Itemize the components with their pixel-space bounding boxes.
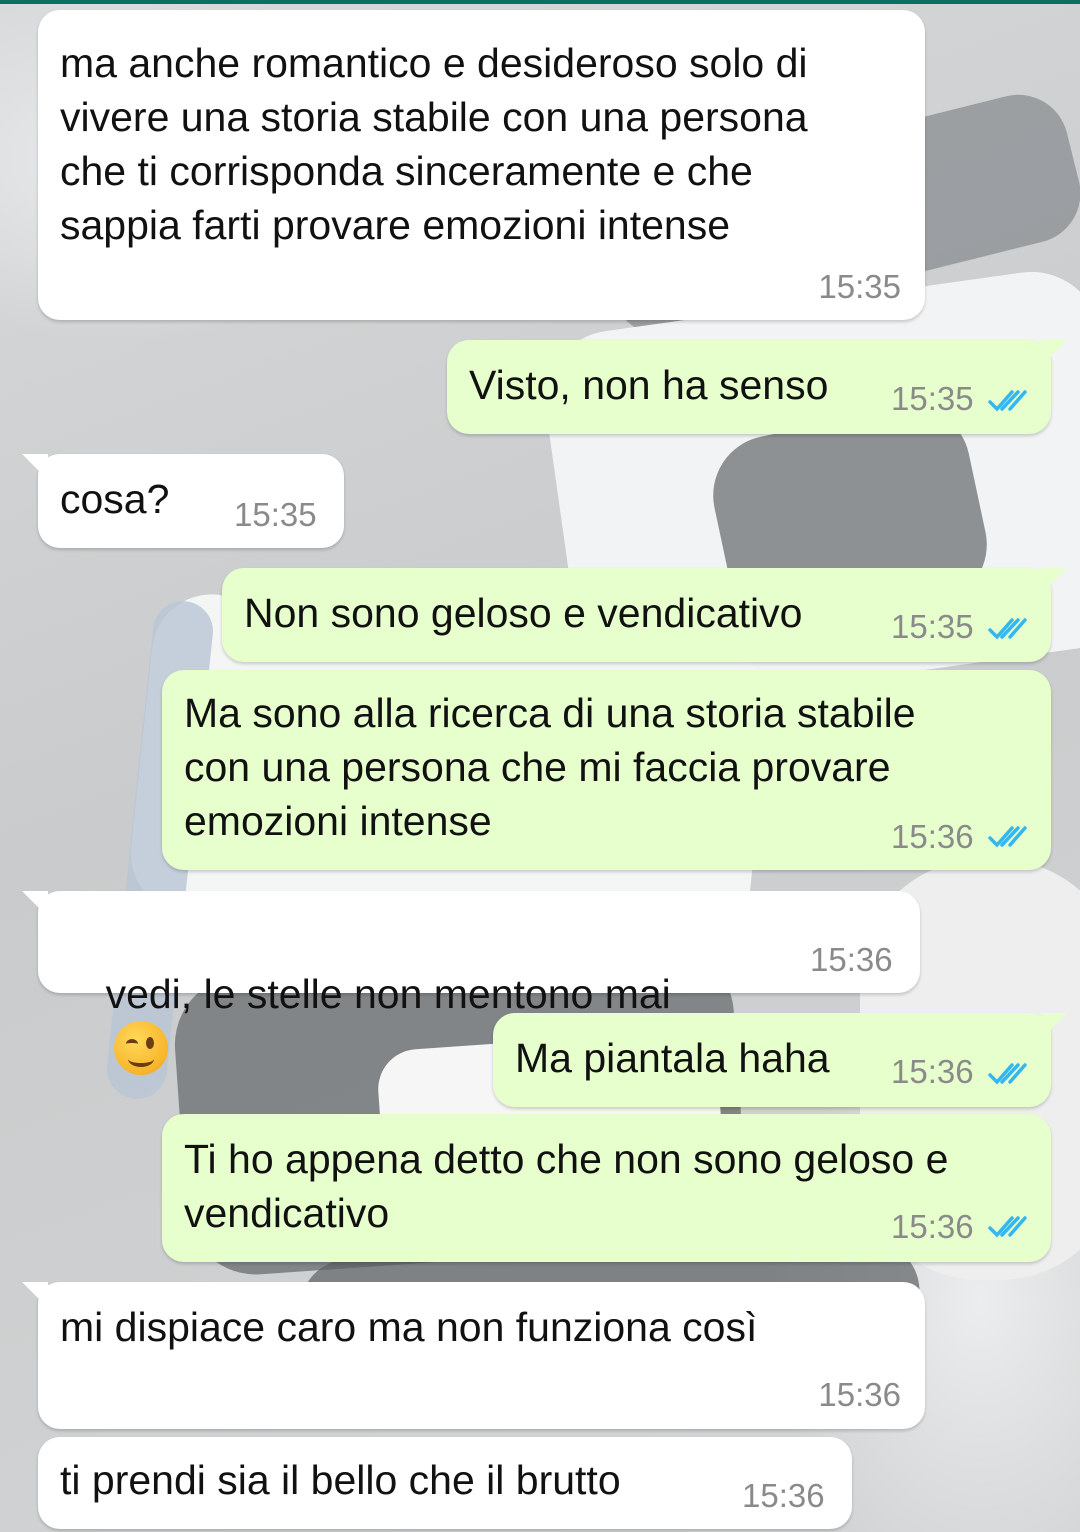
message-text: ti prendi sia il bello che il brutto: [60, 1457, 621, 1503]
message-bubble-outgoing[interactable]: Ma sono alla ricerca di una storia stabi…: [162, 670, 1051, 870]
message-text: vedi, le stelle non mentono mai: [105, 971, 671, 1017]
message-text: mi dispiace caro ma non funziona così: [60, 1304, 758, 1350]
double-check-icon: [988, 618, 1027, 640]
message-bubble-outgoing[interactable]: Ti ho appena detto che non sono geloso e…: [162, 1114, 1051, 1262]
message-bubble-incoming[interactable]: cosa? 15:35: [22, 454, 344, 548]
message-bubble-outgoing[interactable]: Ma piantala haha 15:36: [493, 1013, 1067, 1107]
double-check-icon: [988, 826, 1027, 848]
message-timestamp: 15:35: [234, 496, 317, 533]
message-bubble-outgoing[interactable]: Visto, non ha senso 15:35: [447, 340, 1067, 434]
message-timestamp: 15:36: [891, 1053, 974, 1090]
message-timestamp: 15:35: [891, 380, 974, 417]
message-text: cosa?: [60, 476, 170, 522]
message-text: Ma piantala haha: [515, 1035, 830, 1081]
message-bubble-incoming[interactable]: mi dispiace caro ma non funziona così 15…: [22, 1282, 925, 1429]
double-check-icon: [988, 1216, 1027, 1238]
message-timestamp: 15:35: [818, 268, 901, 305]
message-text: Non sono geloso e vendicativo: [244, 590, 803, 636]
message-text: Visto, non ha senso: [469, 362, 829, 408]
message-timestamp: 15:35: [891, 608, 974, 645]
message-timestamp: 15:36: [818, 1376, 901, 1413]
double-check-icon: [988, 1063, 1027, 1085]
message-bubble-outgoing[interactable]: Non sono geloso e vendicativo 15:35: [222, 568, 1067, 662]
message-timestamp: 15:36: [891, 1208, 974, 1245]
double-check-icon: [988, 390, 1027, 412]
message-timestamp: 15:36: [742, 1477, 825, 1514]
message-bubble-incoming[interactable]: vedi, le stelle non mentono mai 15:36: [22, 891, 920, 1075]
message-bubble-incoming[interactable]: ma anche romantico e desideroso solo di …: [38, 10, 925, 320]
message-timestamp: 15:36: [810, 941, 893, 978]
winking-face-emoji: [113, 1021, 168, 1075]
app-bar-edge: [0, 0, 1080, 4]
message-bubble-incoming[interactable]: ti prendi sia il bello che il brutto 15:…: [38, 1437, 852, 1529]
message-text: ma anche romantico e desideroso solo di …: [60, 40, 808, 248]
message-timestamp: 15:36: [891, 818, 974, 855]
